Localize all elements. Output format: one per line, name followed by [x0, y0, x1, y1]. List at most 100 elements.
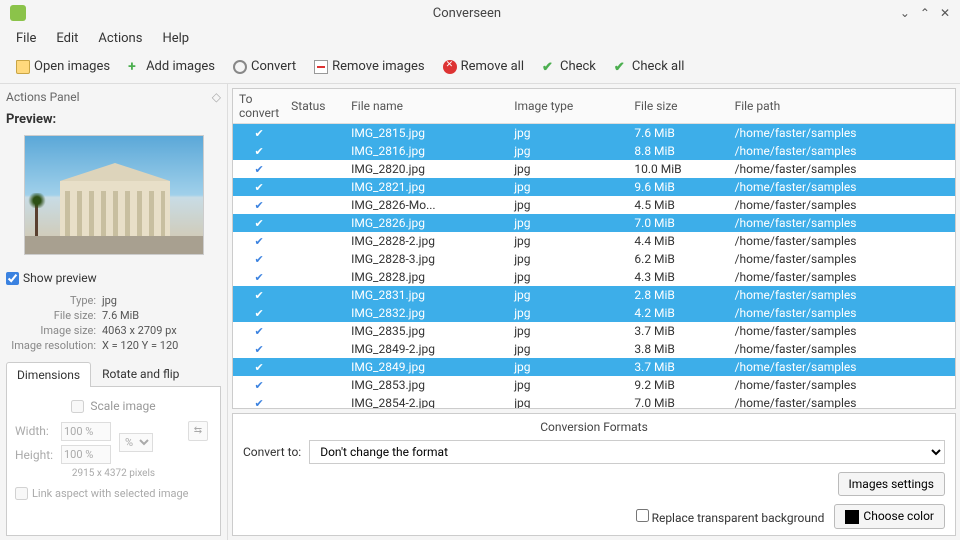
table-row[interactable]: ✔IMG_2821.jpgjpg9.6 MiB/home/faster/samp… — [233, 178, 955, 196]
table-row[interactable]: ✔IMG_2828-2.jpgjpg4.4 MiB/home/faster/sa… — [233, 232, 955, 250]
swap-button[interactable]: ⇆ — [188, 421, 208, 441]
col-imagetype[interactable]: Image type — [508, 89, 628, 124]
result-dimensions: 2915 x 4372 pixels — [15, 464, 212, 483]
meta-imagesize: 4063 x 2709 px — [102, 324, 177, 337]
col-filesize[interactable]: File size — [628, 89, 728, 124]
remove-images-button[interactable]: Remove images — [306, 56, 433, 77]
window-title: Converseen — [34, 6, 900, 21]
checkmark-icon[interactable]: ✔ — [254, 145, 263, 158]
checkmark-icon[interactable]: ✔ — [254, 217, 263, 230]
replace-bg-checkbox[interactable]: Replace transparent background — [636, 509, 825, 525]
table-row[interactable]: ✔IMG_2828-3.jpgjpg6.2 MiB/home/faster/sa… — [233, 250, 955, 268]
menu-actions[interactable]: Actions — [90, 29, 150, 48]
cell-filename: IMG_2826.jpg — [345, 214, 508, 232]
checkmark-icon[interactable]: ✔ — [254, 307, 263, 320]
table-row[interactable]: ✔IMG_2816.jpgjpg8.8 MiB/home/faster/samp… — [233, 142, 955, 160]
checkmark-icon[interactable]: ✔ — [254, 199, 263, 212]
folder-open-icon — [16, 60, 30, 74]
cell-path: /home/faster/samples — [729, 376, 955, 394]
table-row[interactable]: ✔IMG_2820.jpgjpg10.0 MiB/home/faster/sam… — [233, 160, 955, 178]
actions-panel: Actions Panel◇ Preview: Show preview Typ… — [0, 84, 228, 540]
images-settings-button[interactable]: Images settings — [838, 472, 945, 496]
convert-to-label: Convert to: — [243, 445, 301, 459]
table-row[interactable]: ✔IMG_2828.jpgjpg4.3 MiB/home/faster/samp… — [233, 268, 955, 286]
table-row[interactable]: ✔IMG_2854-2.jpgjpg7.0 MiB/home/faster/sa… — [233, 394, 955, 409]
checkmark-icon[interactable]: ✔ — [254, 271, 263, 284]
cell-type: jpg — [508, 250, 628, 268]
cell-size: 7.0 MiB — [628, 214, 728, 232]
menu-help[interactable]: Help — [154, 29, 197, 48]
menubar: File Edit Actions Help — [0, 26, 960, 50]
tab-dimensions[interactable]: Dimensions — [6, 362, 91, 387]
conversion-panel: Conversion Formats Convert to: Don't cha… — [232, 413, 956, 536]
table-row[interactable]: ✔IMG_2835.jpgjpg3.7 MiB/home/faster/samp… — [233, 322, 955, 340]
link-aspect-checkbox[interactable] — [15, 487, 28, 500]
remove-all-button[interactable]: Remove all — [435, 56, 532, 77]
check-button[interactable]: ✔Check — [534, 56, 604, 77]
checkmark-icon[interactable]: ✔ — [254, 343, 263, 356]
table-row[interactable]: ✔IMG_2849-2.jpgjpg3.8 MiB/home/faster/sa… — [233, 340, 955, 358]
cell-filename: IMG_2835.jpg — [345, 322, 508, 340]
table-row[interactable]: ✔ IMG_2826.jpgjpg7.0 MiB/home/faster/samp… — [233, 214, 955, 232]
choose-color-button[interactable]: Choose color — [834, 504, 945, 529]
cell-path: /home/faster/samples — [729, 250, 955, 268]
convert-icon — [233, 60, 247, 74]
cell-type: jpg — [508, 214, 628, 232]
checkmark-icon[interactable]: ✔ — [254, 379, 263, 392]
col-status[interactable]: Status — [285, 89, 345, 124]
checkmark-icon[interactable]: ✔ — [254, 181, 263, 194]
checkmark-icon[interactable]: ✔ — [254, 127, 263, 140]
conversion-title: Conversion Formats — [243, 420, 945, 440]
maximize-icon[interactable]: ⌃ — [920, 6, 930, 20]
file-table[interactable]: To convert Status File name Image type F… — [232, 88, 956, 409]
col-filepath[interactable]: File path — [729, 89, 955, 124]
close-icon[interactable]: ✕ — [940, 6, 950, 20]
unit-select[interactable]: % — [119, 433, 153, 452]
width-input[interactable] — [61, 422, 111, 441]
checkmark-icon[interactable]: ✔ — [254, 289, 263, 302]
cell-size: 10.0 MiB — [628, 160, 728, 178]
add-images-button[interactable]: +Add images — [120, 56, 223, 77]
cell-path: /home/faster/samples — [729, 268, 955, 286]
cell-path: /home/faster/samples — [729, 340, 955, 358]
cell-size: 2.8 MiB — [628, 286, 728, 304]
cell-path: /home/faster/samples — [729, 214, 955, 232]
cell-filename: IMG_2853.jpg — [345, 376, 508, 394]
table-row[interactable]: ✔IMG_2853.jpgjpg9.2 MiB/home/faster/samp… — [233, 376, 955, 394]
table-row[interactable]: ✔IMG_2815.jpgjpg7.6 MiB/home/faster/samp… — [233, 124, 955, 143]
table-row[interactable]: ✔IMG_2831.jpgjpg2.8 MiB/home/faster/samp… — [233, 286, 955, 304]
scale-image-checkbox[interactable] — [71, 400, 84, 413]
menu-edit[interactable]: Edit — [48, 29, 86, 48]
cell-path: /home/faster/samples — [729, 160, 955, 178]
convert-button[interactable]: Convert — [225, 56, 304, 77]
minimize-icon[interactable]: ⌄ — [900, 6, 910, 20]
panel-collapse-icon[interactable]: ◇ — [212, 90, 221, 104]
checkmark-icon[interactable]: ✔ — [254, 325, 263, 338]
cell-size: 4.4 MiB — [628, 232, 728, 250]
check-all-button[interactable]: ✔Check all — [606, 56, 693, 77]
height-input[interactable] — [61, 445, 111, 464]
convert-to-select[interactable]: Don't change the format — [309, 440, 945, 464]
table-row[interactable]: ✔IMG_2826-Mo...jpg4.5 MiB/home/faster/sa… — [233, 196, 955, 214]
col-filename[interactable]: File name — [345, 89, 508, 124]
table-row[interactable]: ✔IMG_2849.jpgjpg3.7 MiB/home/faster/samp… — [233, 358, 955, 376]
cell-type: jpg — [508, 124, 628, 143]
checkmark-icon[interactable]: ✔ — [254, 253, 263, 266]
menu-file[interactable]: File — [8, 29, 44, 48]
checkmark-icon[interactable]: ✔ — [254, 163, 263, 176]
checkmark-icon[interactable]: ✔ — [254, 235, 263, 248]
cell-type: jpg — [508, 160, 628, 178]
checkmark-icon[interactable]: ✔ — [254, 361, 263, 374]
checkmark-icon[interactable]: ✔ — [254, 397, 263, 409]
cell-path: /home/faster/samples — [729, 286, 955, 304]
cell-path: /home/faster/samples — [729, 232, 955, 250]
cell-size: 8.8 MiB — [628, 142, 728, 160]
show-preview-checkbox[interactable]: Show preview — [6, 267, 221, 293]
cell-path: /home/faster/samples — [729, 358, 955, 376]
col-convert[interactable]: To convert — [233, 89, 285, 124]
tab-rotate-flip[interactable]: Rotate and flip — [91, 361, 190, 386]
open-images-button[interactable]: Open images — [8, 56, 118, 77]
table-row[interactable]: ✔IMG_2832.jpgjpg4.2 MiB/home/faster/samp… — [233, 304, 955, 322]
color-swatch-icon — [845, 510, 859, 524]
toolbar: Open images +Add images Convert Remove i… — [0, 50, 960, 84]
